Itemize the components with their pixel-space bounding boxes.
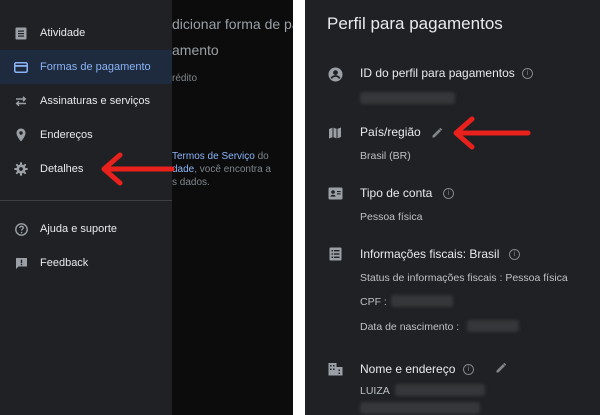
background-terms-line-1: Termos de Serviço do [172, 151, 269, 162]
nav-item-assinaturas-e-servicos[interactable]: Assinaturas e serviços [0, 84, 172, 118]
account-type-value: Pessoa física [360, 211, 423, 223]
background-credit-text: rédito [172, 73, 198, 84]
nav-item-enderecos[interactable]: Endereços [0, 118, 172, 152]
contact-card-icon [327, 185, 343, 201]
redacted-cpf [391, 295, 453, 307]
nav-item-label: Formas de pagamento [40, 61, 151, 73]
edit-pencil-icon[interactable] [495, 362, 507, 374]
country-value: Brasil (BR) [360, 150, 411, 162]
account-circle-icon [327, 66, 343, 82]
background-terms-line-3: s dados. [172, 177, 210, 188]
redacted-name [395, 384, 485, 396]
info-icon[interactable]: i [443, 188, 454, 199]
red-arrow-annotation [453, 116, 531, 150]
feedback-icon [14, 256, 28, 270]
nav-item-label: Ajuda e suporte [40, 223, 118, 235]
nav-item-feedback[interactable]: Feedback [0, 246, 172, 280]
account-type-label: Tipo de conta [360, 186, 433, 200]
redacted-birth-date [467, 320, 519, 332]
nav-item-formas-de-pagamento[interactable]: Formas de pagamento [0, 50, 172, 84]
nav-item-ajuda-e-suporte[interactable]: Ajuda e suporte [0, 212, 172, 246]
nav-item-atividade[interactable]: Atividade [0, 16, 172, 50]
background-subheading: amento [172, 42, 219, 58]
navigation-drawer: Atividade Formas de pagamento Assinatura… [0, 0, 172, 415]
gear-icon [14, 162, 28, 176]
location-pin-icon [14, 128, 28, 142]
page-title: Perfil para pagamentos [327, 14, 503, 33]
cpf-label: CPF : [360, 296, 387, 308]
nav-item-label: Endereços [40, 129, 93, 141]
map-icon [327, 125, 343, 141]
redacted-profile-id [360, 92, 455, 104]
terms-link[interactable]: Termos de Serviço [172, 151, 255, 162]
nav-item-label: Detalhes [40, 163, 84, 175]
country-label: País/região [360, 125, 421, 139]
profile-id-label: ID do perfil para pagamentos [360, 66, 515, 80]
payments-profile-panel: Perfil para pagamentos ID do perfil para… [305, 0, 600, 415]
left-screenshot-panel: dicionar forma de pa amento rédito Termo… [0, 0, 293, 415]
tax-info-label: Informações fiscais: Brasil [360, 247, 500, 261]
birth-date-label: Data de nascimento : [360, 321, 460, 333]
background-heading: dicionar forma de pa [172, 16, 293, 32]
info-icon[interactable]: i [509, 249, 520, 260]
nav-item-label: Feedback [40, 257, 89, 269]
redacted-address [360, 402, 480, 414]
receipt-icon [14, 26, 28, 40]
help-icon [14, 222, 28, 236]
info-icon[interactable]: i [463, 364, 474, 375]
drawer-divider [0, 200, 172, 201]
tax-document-icon [327, 246, 343, 262]
edit-pencil-icon[interactable] [431, 127, 443, 139]
nav-item-label: Atividade [40, 27, 86, 39]
background-terms-line-2: dade, você encontra a [172, 164, 271, 175]
tax-status-text: Status de informações fiscais : Pessoa f… [360, 272, 568, 284]
repeat-icon [14, 94, 28, 108]
info-icon[interactable]: i [522, 68, 533, 79]
red-arrow-annotation [101, 152, 175, 186]
name-value: LUIZA [360, 385, 390, 397]
building-icon [327, 361, 343, 377]
name-address-label: Nome e endereço [360, 362, 456, 376]
credit-card-icon [14, 60, 28, 74]
nav-item-label: Assinaturas e serviços [40, 95, 151, 107]
